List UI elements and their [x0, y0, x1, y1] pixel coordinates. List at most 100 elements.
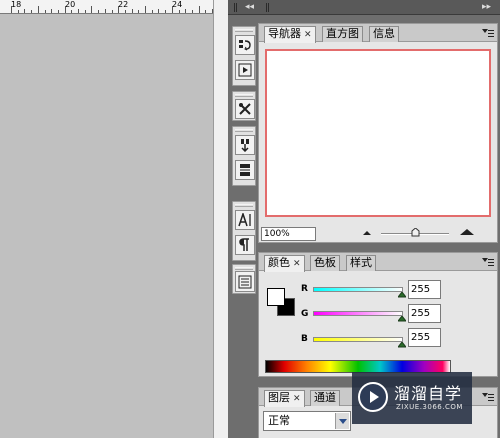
document-canvas[interactable]: 18 20 22 24 — [0, 0, 213, 438]
group-grip[interactable] — [235, 29, 253, 32]
watermark: 溜溜自学 ZIXUE.3066.COM — [352, 372, 472, 424]
group-grip[interactable] — [235, 129, 253, 132]
tab-styles-label: 样式 — [350, 256, 372, 269]
tab-swatches[interactable]: 色板 — [310, 255, 340, 271]
ruler-tick — [18, 10, 19, 13]
ruler-tick — [11, 6, 12, 13]
actions-play-icon[interactable] — [235, 60, 255, 80]
color-panel: 颜色 ✕ 色板 样式 R 255 G 255 B 255 — [258, 252, 498, 377]
history-icon[interactable] — [235, 35, 255, 55]
group-grip[interactable] — [235, 267, 253, 270]
ruler-tick — [199, 6, 200, 13]
tab-channels[interactable]: 通道 — [310, 390, 340, 406]
zoom-in-icon[interactable] — [459, 228, 475, 236]
panel-menu-icon[interactable] — [482, 27, 494, 38]
blue-value-input[interactable]: 255 — [408, 328, 441, 347]
tab-layers[interactable]: 图层 ✕ — [264, 390, 305, 407]
red-slider[interactable] — [313, 287, 403, 292]
dock-grip[interactable] — [234, 3, 235, 12]
ruler-tick — [172, 6, 173, 13]
panel-menu-icon[interactable] — [482, 256, 494, 267]
channel-label-g: G — [301, 309, 309, 319]
ruler-tick — [98, 10, 99, 13]
ruler-tick — [152, 10, 153, 13]
green-slider[interactable] — [313, 311, 403, 316]
paragraph-icon[interactable] — [235, 235, 255, 255]
tool-group-3 — [232, 126, 256, 186]
tab-info-label: 信息 — [373, 27, 395, 40]
group-grip[interactable] — [235, 204, 253, 207]
ruler-tick — [58, 10, 59, 13]
ruler-tick — [118, 6, 119, 13]
expand-icon[interactable]: ▸▸ — [482, 1, 491, 13]
tab-navigator[interactable]: 导航器 ✕ — [264, 26, 316, 43]
close-icon[interactable]: ✕ — [293, 259, 301, 269]
ruler-tick — [145, 6, 146, 13]
ruler-tick — [105, 9, 106, 13]
blend-mode-select[interactable]: 正常 — [263, 411, 351, 431]
ruler-tick — [51, 9, 52, 13]
tool-group-2 — [232, 91, 256, 121]
navigator-tab-bar: 导航器 ✕ 直方图 信息 — [259, 24, 497, 43]
ruler-tick — [138, 10, 139, 13]
dock-grip[interactable] — [268, 3, 269, 12]
ruler-tick — [205, 10, 206, 13]
ruler-tick — [112, 10, 113, 13]
scroll-gutter — [213, 0, 228, 438]
ruler-tick — [78, 9, 79, 13]
tools-preset-icon[interactable] — [235, 99, 255, 119]
tab-styles[interactable]: 样式 — [346, 255, 376, 271]
channel-label-b: B — [301, 334, 308, 344]
ruler-tick — [158, 9, 159, 13]
chevron-down-icon[interactable] — [335, 413, 349, 429]
ruler-tick — [132, 9, 133, 13]
ruler-tick — [31, 10, 32, 13]
ruler-label-22: 22 — [118, 0, 129, 9]
layer-comps-icon[interactable] — [235, 271, 255, 292]
panel-menu-icon[interactable] — [482, 391, 494, 402]
green-value-input[interactable]: 255 — [408, 304, 441, 323]
ruler-label-24: 24 — [172, 0, 183, 9]
dock-grip[interactable] — [236, 3, 237, 12]
navigator-preview[interactable] — [265, 49, 491, 217]
tab-info[interactable]: 信息 — [369, 26, 399, 42]
zoom-input[interactable]: 100% — [261, 227, 316, 241]
tab-histogram[interactable]: 直方图 — [322, 26, 363, 42]
blue-slider[interactable] — [313, 337, 403, 342]
blend-mode-value: 正常 — [268, 414, 290, 427]
zoom-slider-thumb[interactable] — [411, 228, 420, 237]
tool-group-5 — [232, 264, 256, 294]
ruler-tick — [24, 9, 25, 13]
red-value-input[interactable]: 255 — [408, 280, 441, 299]
foreground-color-swatch[interactable] — [267, 288, 285, 306]
tab-histogram-label: 直方图 — [326, 27, 359, 40]
collapse-icon[interactable]: ◂◂ — [245, 1, 254, 13]
ruler-tick — [185, 9, 186, 13]
dock-grip[interactable] — [266, 3, 267, 12]
close-icon[interactable]: ✕ — [293, 394, 301, 404]
red-slider-thumb[interactable] — [398, 292, 406, 299]
tab-color[interactable]: 颜色 ✕ — [264, 255, 305, 272]
channel-label-r: R — [301, 284, 308, 294]
ruler-tick — [85, 10, 86, 13]
tab-navigator-label: 导航器 — [268, 27, 301, 40]
clone-source-icon[interactable] — [235, 135, 255, 155]
navigator-panel: 导航器 ✕ 直方图 信息 100% — [258, 23, 498, 243]
watermark-title: 溜溜自学 — [394, 384, 463, 403]
ruler-tick — [179, 10, 180, 13]
green-slider-thumb[interactable] — [398, 316, 406, 323]
ruler-tick — [165, 10, 166, 13]
blue-slider-thumb[interactable] — [398, 342, 406, 349]
collapsed-panel-column — [229, 16, 258, 438]
tool-group-4 — [232, 201, 256, 261]
dock-title-bar[interactable]: ◂◂ ▸▸ — [228, 0, 500, 15]
brushes-icon[interactable] — [235, 160, 255, 180]
zoom-out-icon[interactable] — [362, 230, 372, 236]
ruler-tick — [38, 6, 39, 13]
character-icon[interactable] — [235, 210, 255, 230]
close-icon[interactable]: ✕ — [304, 30, 312, 40]
ruler-tick — [65, 6, 66, 13]
group-grip[interactable] — [235, 94, 253, 97]
tab-color-label: 颜色 — [268, 256, 290, 269]
ruler-tick — [71, 10, 72, 13]
